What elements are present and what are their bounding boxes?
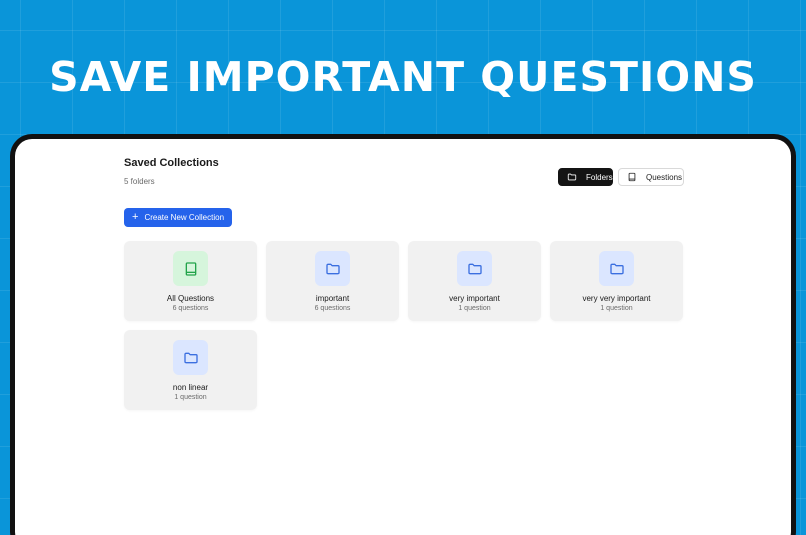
create-collection-label: Create New Collection [144,213,225,222]
folder-icon [567,173,577,181]
book-icon [628,172,636,182]
collection-name: very important [449,294,500,303]
collection-icon-bg [173,340,208,375]
collection-name: very very important [582,294,651,303]
collection-icon-bg [599,251,634,286]
folder-icon [467,263,482,274]
folder-icon [609,263,624,274]
collection-card-very-important[interactable]: very important 1 question [408,241,541,321]
create-collection-button[interactable]: + Create New Collection [124,208,232,227]
page-title: Saved Collections [124,157,219,169]
collection-card-important[interactable]: important 6 questions [266,241,399,321]
folder-icon [325,263,340,274]
folder-count: 5 folders [124,177,155,186]
collection-name: non linear [172,383,209,392]
collection-count: 1 question [458,305,491,312]
book-icon [185,261,196,276]
collections-grid: All Questions 6 questions important 6 qu… [124,241,684,410]
collection-count: 6 questions [314,305,351,312]
collection-name: important [315,294,350,303]
app-screen: Saved Collections 5 folders Folders Ques… [15,139,791,535]
folders-view-button[interactable]: Folders [558,168,613,186]
view-toggle: Folders Questions [558,168,684,186]
hero-title: SAVE IMPORTANT QUESTIONS [49,53,757,101]
device-frame: Saved Collections 5 folders Folders Ques… [10,134,796,535]
collection-card-very-very-important[interactable]: very very important 1 question [550,241,683,321]
collection-name: All Questions [166,294,215,303]
collection-card-all-questions[interactable]: All Questions 6 questions [124,241,257,321]
collection-count: 1 question [174,394,207,401]
collection-icon-bg [457,251,492,286]
plus-icon: + [132,211,139,223]
folders-view-label: Folders [586,172,613,182]
collection-count: 1 question [600,305,633,312]
collection-count: 6 questions [172,305,209,312]
folder-icon [183,352,198,363]
collection-icon-bg [173,251,208,286]
collection-icon-bg [315,251,350,286]
collection-card-non-linear[interactable]: non linear 1 question [124,330,257,410]
questions-view-label: Questions [646,172,683,182]
questions-view-button[interactable]: Questions [618,168,684,186]
